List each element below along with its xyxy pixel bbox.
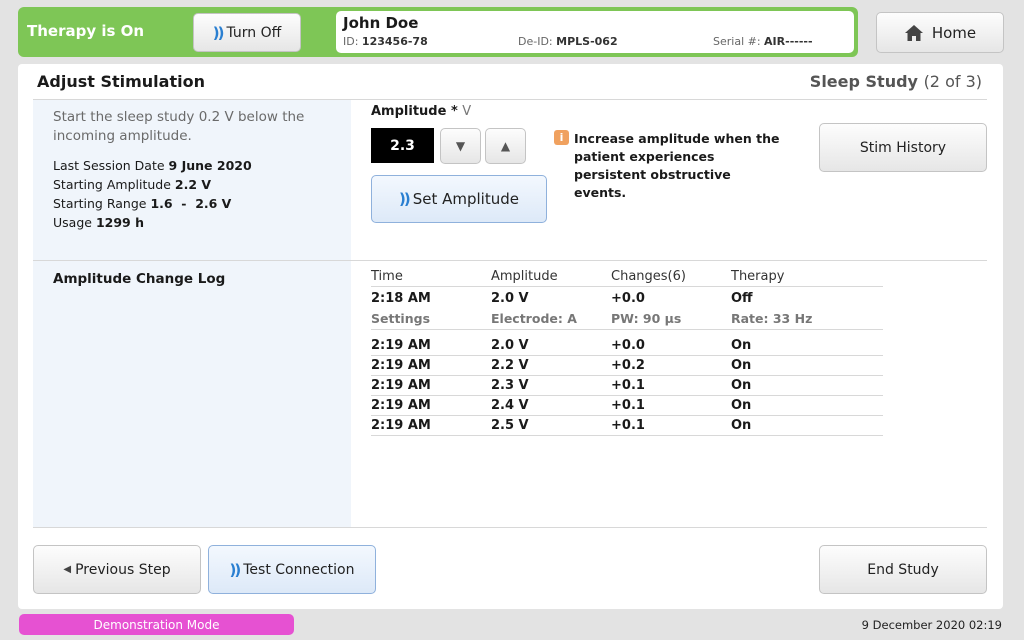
home-button[interactable]: Home	[876, 12, 1004, 53]
session-info: Last Session Date 9 June 2020 Starting A…	[53, 156, 252, 232]
log-title: Amplitude Change Log	[53, 271, 226, 287]
log-header: Time	[371, 268, 403, 284]
datetime: 9 December 2020 02:19	[861, 618, 1002, 632]
log-header: Therapy	[731, 268, 785, 284]
info-icon: i	[554, 130, 569, 145]
info-starting-range: Starting Range 1.6 - 2.6 V	[53, 196, 232, 211]
demo-mode-badge: Demonstration Mode	[19, 614, 294, 635]
amplitude-label: Amplitude * V	[371, 104, 472, 119]
end-study-button[interactable]: End Study	[819, 545, 987, 594]
turn-off-label: Turn Off	[226, 24, 282, 41]
turn-off-button[interactable]: )) Turn Off	[193, 13, 301, 52]
patient-name: John Doe	[343, 14, 419, 32]
triangle-left-icon: ◀	[63, 564, 72, 575]
amplitude-hint: Increase amplitude when the patient expe…	[574, 131, 780, 200]
home-label: Home	[931, 23, 977, 42]
info-usage: Usage 1299 h	[53, 215, 144, 230]
device-serial: Serial #: AIR------	[713, 35, 813, 48]
info-starting-amplitude: Starting Amplitude 2.2 V	[53, 177, 212, 192]
log-label-panel	[33, 261, 351, 527]
table-row: 2:18 AM 2.0 V +0.0 Off	[371, 290, 753, 306]
amplitude-increase-button[interactable]: ▲	[485, 128, 526, 164]
table-row-settings: Settings Electrode: A PW: 90 µs Rate: 33…	[371, 308, 883, 330]
amplitude-change-log: Time Amplitude Changes(6) Therapy 2:18 A…	[371, 266, 883, 436]
wireless-signal-icon: ))	[212, 23, 225, 42]
patient-id: ID: 123456-78	[343, 35, 428, 48]
amplitude-value: 2.3	[371, 128, 434, 163]
table-row: 2:19 AM 2.5 V +0.1 On	[371, 416, 883, 436]
table-row: 2:19 AM 2.3 V +0.1 On	[371, 376, 883, 396]
set-amplitude-label: Set Amplitude	[412, 190, 519, 208]
step-indicator: Sleep Study (2 of 3)	[809, 72, 982, 91]
previous-step-label: Previous Step	[75, 561, 171, 578]
stim-history-button[interactable]: Stim History	[819, 123, 987, 172]
page-title: Adjust Stimulation	[37, 72, 205, 91]
amplitude-decrease-button[interactable]: ▼	[440, 128, 481, 164]
home-icon	[904, 24, 923, 41]
log-header: Changes(6)	[611, 268, 686, 284]
info-last-session: Last Session Date 9 June 2020	[53, 158, 252, 173]
log-header: Amplitude	[491, 268, 558, 284]
log-header-row: Time Amplitude Changes(6) Therapy	[371, 266, 883, 286]
table-row: 2:19 AM 2.2 V +0.2 On	[371, 356, 883, 376]
table-row: 2:19 AM 2.4 V +0.1 On	[371, 396, 883, 416]
divider	[33, 527, 987, 528]
previous-step-button[interactable]: ◀ Previous Step	[33, 545, 201, 594]
set-amplitude-button[interactable]: )) Set Amplitude	[371, 175, 547, 223]
patient-deid: De-ID: MPLS-062	[518, 35, 618, 48]
intro-text: Start the sleep study 0.2 V below the in…	[53, 109, 305, 144]
wireless-signal-icon: ))	[229, 560, 242, 579]
triangle-down-icon: ▼	[455, 139, 466, 153]
test-connection-button[interactable]: )) Test Connection	[208, 545, 376, 594]
table-row: 2:19 AM 2.0 V +0.0 On	[371, 336, 883, 356]
triangle-up-icon: ▲	[500, 139, 511, 153]
wireless-signal-icon: ))	[399, 190, 411, 208]
test-connection-label: Test Connection	[243, 561, 355, 578]
therapy-status-label: Therapy is On	[27, 22, 145, 40]
